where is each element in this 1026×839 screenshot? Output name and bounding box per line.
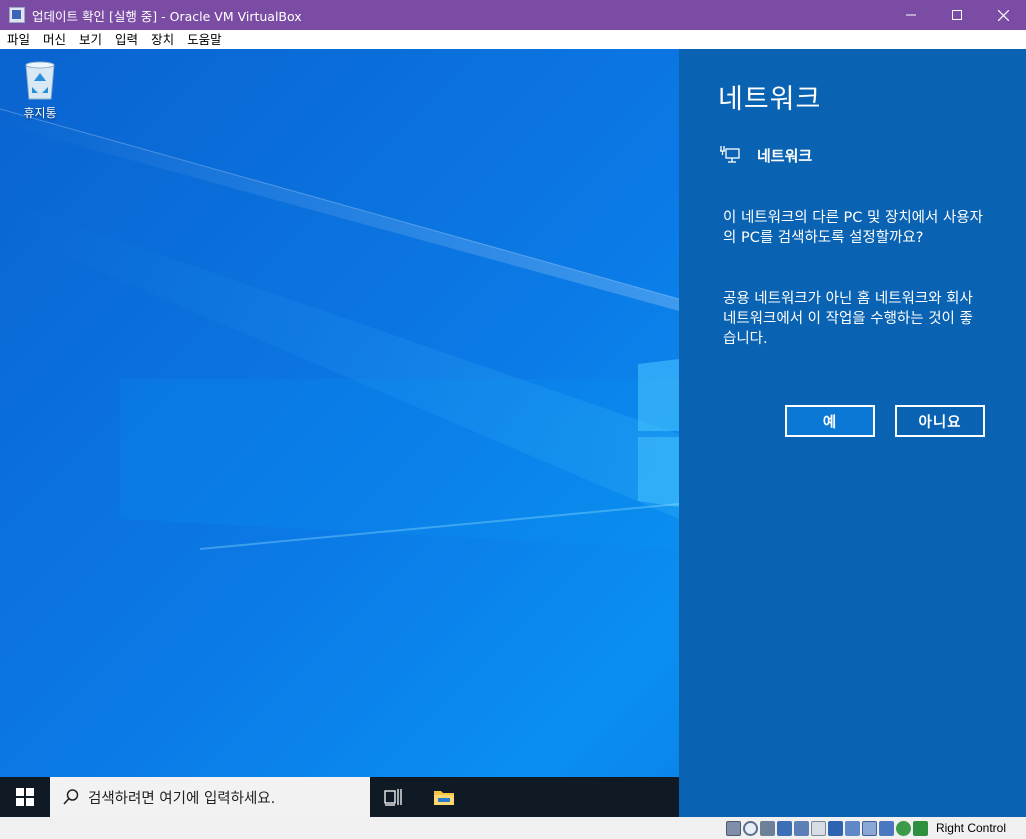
network-flyout: 네트워크 네트워크 이 네트워크의 다른 PC 및 장치에서 사용자의 PC를 … [679,49,1026,817]
status-icons [724,820,928,836]
shared-folders-icon[interactable] [810,820,826,836]
vt-x-icon[interactable] [878,820,894,836]
search-icon [63,789,79,805]
windows-logo-icon [16,788,34,806]
maximize-icon [952,10,962,20]
minimize-button[interactable] [888,0,934,30]
taskbar-search-box[interactable]: 검색하려면 여기에 입력하세요. [50,777,370,817]
ethernet-icon [720,146,740,163]
minimize-icon [906,14,916,16]
menu-input[interactable]: 입력 [108,30,144,49]
optical-drive-icon[interactable] [742,820,758,836]
menu-view[interactable]: 보기 [72,30,108,49]
discovery-advice: 공용 네트워크가 아닌 홈 네트워크와 회사 네트워크에서 이 작업을 수행하는… [723,291,973,347]
file-explorer-button[interactable] [430,777,458,817]
search-placeholder: 검색하려면 여기에 입력하세요. [88,790,276,807]
usb-icon[interactable] [793,820,809,836]
keyboard-capture-icon[interactable] [912,820,928,836]
status-bar: Right Control [0,817,1026,839]
no-button[interactable]: 아니요 [895,405,985,437]
taskbar: 검색하려면 여기에 입력하세요. [0,777,679,817]
discovery-question: 이 네트워크의 다른 PC 및 장치에서 사용자의 PC를 검색하도록 설정할까… [723,210,983,246]
virtualbox-icon [9,7,25,23]
maximize-button[interactable] [934,0,980,30]
yes-button[interactable]: 예 [785,405,875,437]
menu-devices[interactable]: 장치 [144,30,180,49]
recycle-bin-label: 휴지통 [23,106,57,120]
start-button[interactable] [0,777,50,817]
host-key-label: Right Control [935,821,1006,835]
recording-icon[interactable] [844,820,860,836]
close-button[interactable] [980,0,1026,30]
hard-disk-icon[interactable] [725,820,741,836]
recycle-bin[interactable]: 휴지통 [12,57,68,121]
guest-screen[interactable]: 휴지통 네트워크 네트워크 이 네트워크의 다른 PC 및 장치에서 사용자의 … [0,49,1026,817]
audio-icon[interactable] [759,820,775,836]
network-icon[interactable] [776,820,792,836]
close-icon [997,9,1009,21]
display-icon[interactable] [827,820,843,836]
title-bar[interactable]: 업데이트 확인 [실행 중] - Oracle VM VirtualBox [0,0,1026,30]
menu-help[interactable]: 도움말 [180,30,228,49]
menu-machine[interactable]: 머신 [36,30,72,49]
menu-file[interactable]: 파일 [0,30,36,49]
folder-icon [434,791,454,805]
task-view-icon [384,789,402,806]
menu-bar: 파일 머신 보기 입력 장치 도움말 [0,30,1026,49]
window-title: 업데이트 확인 [실행 중] - Oracle VM VirtualBox [32,8,302,24]
task-view-button[interactable] [380,777,408,817]
mouse-integration-icon[interactable] [895,820,911,836]
recycle-bin-icon [25,61,55,100]
flyout-title: 네트워크 [718,84,822,115]
cpu-icon[interactable] [861,820,877,836]
network-name: 네트워크 [757,147,813,165]
